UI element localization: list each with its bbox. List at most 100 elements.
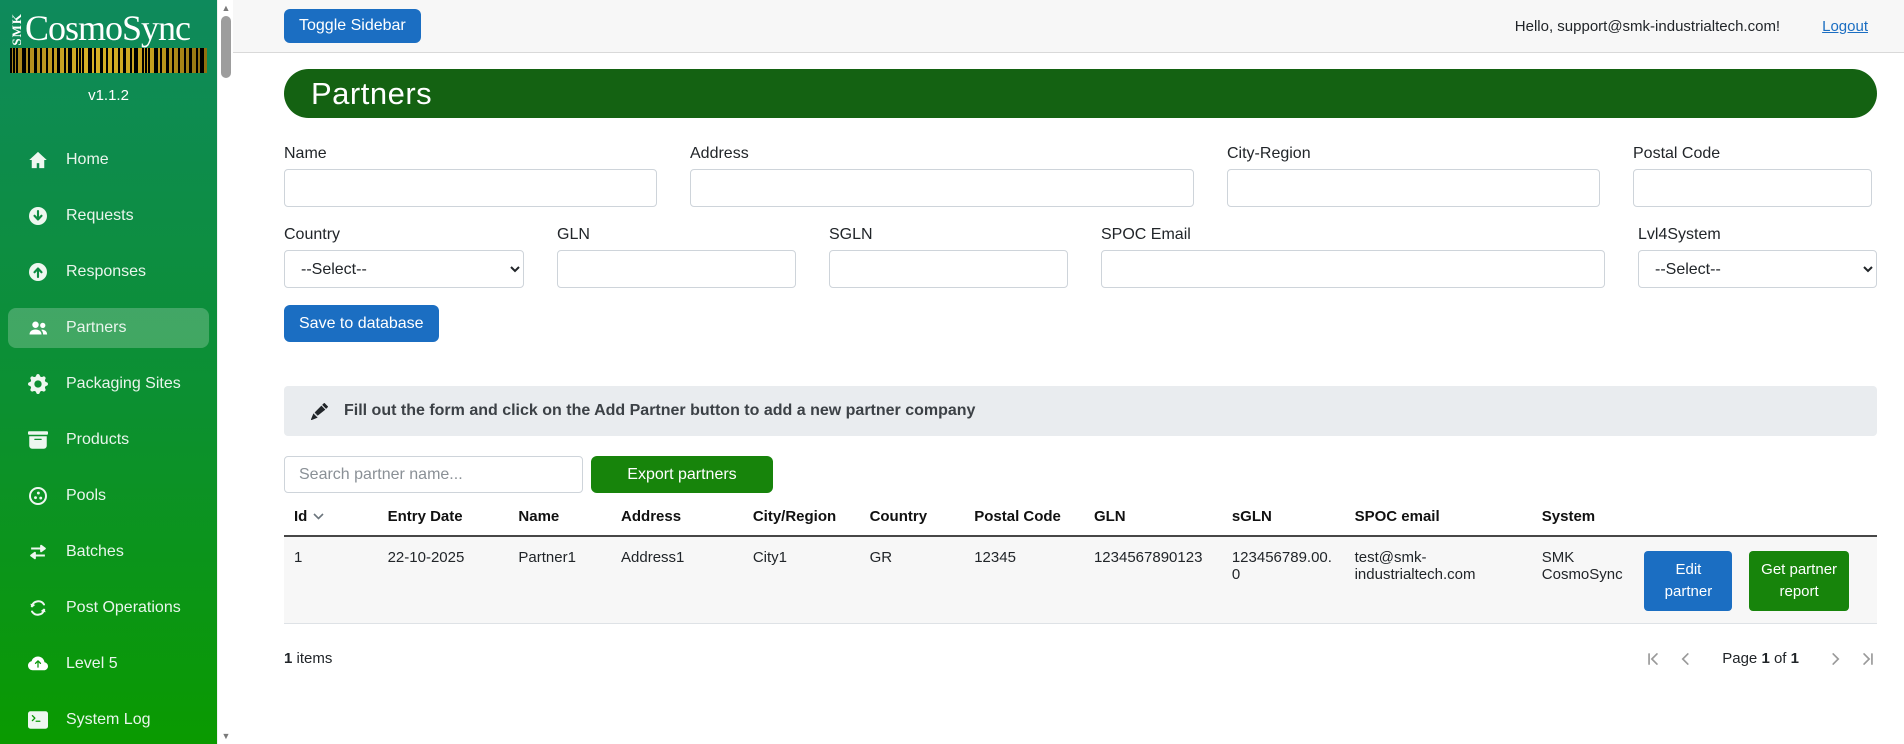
- barcode-graphic: [10, 48, 207, 73]
- scrollbar-up-arrow-icon[interactable]: ▲: [221, 3, 231, 13]
- sidebar-item-batches[interactable]: Batches: [8, 532, 209, 572]
- pagination: Page 1 of 1: [1644, 650, 1877, 668]
- cell-gln: 1234567890123: [1083, 536, 1222, 624]
- arrow-down-circle-icon: [29, 207, 47, 225]
- cell-city-region: City1: [742, 536, 860, 624]
- items-count: 1 items: [284, 650, 333, 667]
- column-header-system[interactable]: System: [1531, 501, 1641, 537]
- table-header-row: Id Entry Date Name Address City/Region C…: [284, 501, 1877, 537]
- cell-entry-date: 22-10-2025: [377, 536, 509, 624]
- sidebar-item-level-5[interactable]: Level 5: [8, 644, 209, 684]
- cell-spoc-email: test@smk-industrialtech.com: [1344, 536, 1532, 624]
- pencil-icon: [311, 402, 328, 420]
- address-field[interactable]: [690, 169, 1194, 207]
- user-greeting: Hello, support@smk-industrialtech.com!: [1514, 17, 1781, 35]
- sidebar-item-label: Home: [66, 151, 109, 168]
- info-bar-text: Fill out the form and click on the Add P…: [344, 402, 976, 419]
- app-version: v1.1.2: [88, 87, 129, 104]
- logo-smk-text: SMK: [9, 13, 24, 46]
- save-to-database-button[interactable]: Save to database: [284, 305, 439, 342]
- name-field[interactable]: [284, 169, 657, 207]
- lvl4system-select[interactable]: --Select--: [1638, 250, 1877, 288]
- table-footer: 1 items Page 1 of 1: [284, 650, 1877, 668]
- cell-name: Partner1: [508, 536, 612, 624]
- column-header-id[interactable]: Id: [284, 501, 378, 537]
- page-content: Partners Name Address City-Region Postal…: [233, 53, 1904, 668]
- gln-field[interactable]: [557, 250, 796, 288]
- sidebar-item-system-log[interactable]: System Log: [8, 700, 209, 740]
- spoc-email-field[interactable]: [1101, 250, 1605, 288]
- column-header-sgln[interactable]: sGLN: [1221, 501, 1345, 537]
- app-window: SMK CosmoSync v1.1.2 Home Requests Respo…: [0, 0, 1904, 744]
- scrollbar-down-arrow-icon[interactable]: ▼: [221, 731, 231, 741]
- sidebar-item-products[interactable]: Products: [8, 420, 209, 460]
- logo-name-text: CosmoSync: [25, 8, 191, 48]
- lvl4system-label: Lvl4System: [1638, 226, 1721, 243]
- logout-link[interactable]: Logout: [1822, 18, 1868, 35]
- sidebar-item-post-operations[interactable]: Post Operations: [8, 588, 209, 628]
- column-header-postal-code[interactable]: Postal Code: [964, 501, 1084, 537]
- sidebar-item-partners[interactable]: Partners: [8, 308, 209, 348]
- sidebar-item-label: Products: [66, 431, 130, 448]
- table-toolbar: Export partners: [284, 456, 1877, 493]
- sort-down-icon: [313, 513, 324, 520]
- box-icon: [28, 431, 48, 449]
- search-input[interactable]: [284, 456, 583, 493]
- column-header-name[interactable]: Name: [508, 501, 612, 537]
- column-header-city-region[interactable]: City/Region: [742, 501, 860, 537]
- partner-form-row-2: Country --Select-- GLN SGLN SPOC Email L…: [284, 226, 1877, 288]
- sidebar: SMK CosmoSync v1.1.2 Home Requests Respo…: [0, 0, 217, 744]
- edit-partner-button[interactable]: Edit partner: [1644, 551, 1733, 611]
- toggle-sidebar-button[interactable]: Toggle Sidebar: [284, 9, 421, 43]
- page-title: Partners: [284, 69, 1877, 118]
- sidebar-item-responses[interactable]: Responses: [8, 252, 209, 292]
- gln-label: GLN: [557, 226, 590, 243]
- cell-sgln: 123456789.00.0: [1221, 536, 1345, 624]
- top-bar: Toggle Sidebar Hello, support@smk-indust…: [233, 0, 1904, 53]
- sgln-field[interactable]: [829, 250, 1068, 288]
- sidebar-item-home[interactable]: Home: [8, 140, 209, 180]
- export-partners-button[interactable]: Export partners: [591, 456, 773, 493]
- city-region-label: City-Region: [1227, 145, 1311, 162]
- next-page-icon[interactable]: [1827, 650, 1845, 668]
- sidebar-item-label: Responses: [66, 263, 147, 280]
- scrollbar-thumb[interactable]: [221, 16, 231, 78]
- column-header-edit: [1640, 501, 1746, 537]
- info-bar: Fill out the form and click on the Add P…: [284, 386, 1877, 436]
- people-icon: [29, 321, 48, 335]
- sidebar-item-label: Requests: [66, 207, 134, 224]
- column-header-country[interactable]: Country: [859, 501, 965, 537]
- previous-page-icon[interactable]: [1676, 650, 1694, 668]
- spoc-email-label: SPOC Email: [1101, 226, 1191, 243]
- vertical-scrollbar[interactable]: ▲ ▼: [217, 0, 233, 744]
- column-header-address[interactable]: Address: [611, 501, 743, 537]
- column-header-entry-date[interactable]: Entry Date: [377, 501, 509, 537]
- address-label: Address: [690, 145, 749, 162]
- page-indicator: Page 1 of 1: [1722, 650, 1799, 667]
- repeat-icon: [30, 600, 46, 616]
- sidebar-item-label: Partners: [66, 319, 127, 336]
- column-header-spoc-email[interactable]: SPOC email: [1344, 501, 1532, 537]
- sidebar-item-label: Packaging Sites: [66, 375, 181, 392]
- cell-id: 1: [284, 536, 378, 624]
- first-page-icon[interactable]: [1644, 650, 1662, 668]
- name-label: Name: [284, 145, 327, 162]
- table-row: 1 22-10-2025 Partner1 Address1 City1 GR …: [284, 536, 1877, 624]
- sidebar-item-requests[interactable]: Requests: [8, 196, 209, 236]
- sidebar-item-label: Post Operations: [66, 599, 181, 616]
- cloud-upload-icon: [28, 656, 48, 671]
- get-partner-report-button[interactable]: Get partner report: [1749, 551, 1850, 611]
- sidebar-item-label: Level 5: [66, 655, 118, 672]
- arrow-up-circle-icon: [29, 263, 47, 281]
- city-region-field[interactable]: [1227, 169, 1600, 207]
- last-page-icon[interactable]: [1859, 650, 1877, 668]
- postal-code-label: Postal Code: [1633, 145, 1721, 162]
- partners-table: Id Entry Date Name Address City/Region C…: [284, 501, 1877, 624]
- sidebar-item-label: Pools: [66, 487, 107, 504]
- country-select[interactable]: --Select--: [284, 250, 524, 288]
- sidebar-item-pools[interactable]: Pools: [8, 476, 209, 516]
- column-header-gln[interactable]: GLN: [1083, 501, 1222, 537]
- pool-circle-icon: [28, 486, 48, 506]
- sidebar-item-packaging-sites[interactable]: Packaging Sites: [8, 364, 209, 404]
- postal-code-field[interactable]: [1633, 169, 1872, 207]
